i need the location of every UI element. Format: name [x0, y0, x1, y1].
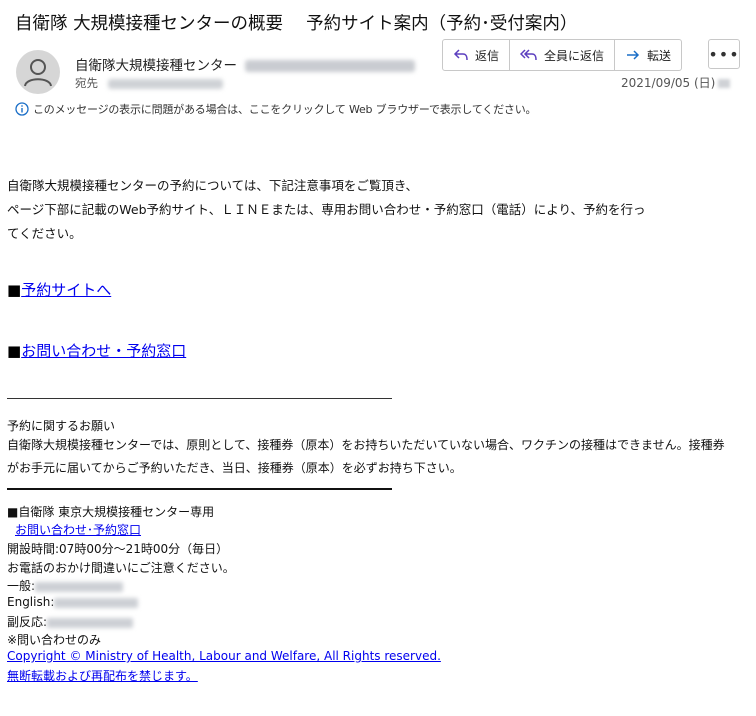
sender-avatar [16, 50, 60, 94]
received-date-row: 2021/09/05 (日) [621, 74, 731, 91]
time-redacted [718, 79, 731, 88]
reservation-site-link[interactable]: 予約サイトへ [21, 281, 111, 299]
english-phone-redacted [54, 597, 139, 608]
intro-line-2: ページ下部に記載のWeb予約サイト、ＬＩＮＥまたは、専用お問い合わせ・予約窓口（… [7, 202, 646, 217]
more-actions-button[interactable]: ••• [708, 39, 740, 69]
reply-all-label: 全員に返信 [544, 48, 605, 63]
english-phone-label: English: [7, 595, 55, 609]
forward-label: 転送 [647, 48, 672, 63]
intro-line-1: 自衛隊大規模接種センターの予約については、下記注意事項をご覧頂き、 [7, 178, 419, 193]
contact-window-link[interactable]: お問い合わせ・予約窓口 [21, 342, 186, 360]
info-icon [15, 102, 29, 116]
received-date: 2021/09/05 (日) [621, 76, 716, 90]
reservation-link-row: ■予約サイトへ [7, 279, 111, 300]
message-actions: 返信 全員に返信 転送 [442, 39, 683, 71]
general-phone-label: 一般: [7, 579, 36, 593]
recipient-row: 宛先 [75, 75, 223, 91]
recipient-redacted [108, 78, 223, 89]
info-bar-text: このメッセージの表示に問題がある場合は、ここをクリックして Web ブラウザーで… [33, 103, 537, 116]
copyright-row: Copyright © Ministry of Health, Labour a… [7, 649, 441, 663]
sender-email-redacted [245, 60, 415, 72]
copyright-link[interactable]: Copyright © Ministry of Health, Labour a… [7, 649, 441, 663]
forward-button[interactable]: 転送 [615, 40, 681, 70]
opening-hours: 開設時間:07時00分～21時00分（毎日） [7, 542, 229, 556]
sender-name: 自衛隊大規模接種センター [75, 58, 237, 74]
general-phone-row: 一般: [7, 577, 124, 594]
reply-label: 返信 [475, 48, 500, 63]
reply-button[interactable]: 返信 [443, 40, 511, 70]
notice-line-1: 自衛隊大規模接種センターでは、原則として、接種券（原本）をお持ちいただいていない… [7, 438, 725, 452]
english-phone-row: English: [7, 595, 139, 609]
person-icon [24, 59, 52, 87]
email-subject: 自衛隊 大規模接種センターの概要 予約サイト案内（予約･受付案内） [15, 14, 578, 34]
side-reaction-phone-row: 副反応: [7, 613, 134, 630]
sender-row: 自衛隊大規模接種センター [75, 54, 415, 74]
reply-all-button[interactable]: 全員に返信 [510, 40, 616, 70]
forward-arrow-icon [627, 50, 640, 60]
no-reprint-link[interactable]: 無断転載および再配布を禁じます。 [7, 669, 198, 683]
wrong-number-caution: お電話のおかけ間違いにご注意ください。 [7, 561, 235, 575]
side-reaction-phone-label: 副反応: [7, 615, 48, 629]
notice-title: 予約に関するお願い [7, 419, 116, 433]
notice-line-2: がお手元に届いてからご予約いただき、当日、接種券（原本）を必ずお持ち下さい。 [7, 461, 462, 475]
divider-thick [7, 488, 392, 490]
center-name: ■自衛隊 東京大規模接種センター専用 [7, 505, 215, 519]
bullet-square: ■ [7, 342, 22, 360]
intro-line-3: てください。 [7, 226, 82, 241]
display-issue-info-bar[interactable]: このメッセージの表示に問題がある場合は、ここをクリックして Web ブラウザーで… [15, 101, 537, 117]
inquiry-only-note: ※問い合わせのみ [7, 633, 102, 647]
reply-icon [453, 49, 468, 61]
footer-contact-link[interactable]: お問い合わせ･予約窓口 [15, 523, 141, 537]
side-reaction-phone-redacted [47, 617, 134, 628]
contact-link-row: ■お問い合わせ・予約窓口 [7, 340, 186, 361]
no-reprint-row: 無断転載および再配布を禁じます。 [7, 667, 198, 684]
footer-contact-row: お問い合わせ･予約窓口 [15, 521, 141, 538]
divider-thin [7, 398, 392, 399]
general-phone-redacted [35, 581, 124, 592]
reply-all-icon [520, 49, 537, 61]
to-label: 宛先 [75, 76, 98, 90]
bullet-square: ■ [7, 281, 22, 299]
